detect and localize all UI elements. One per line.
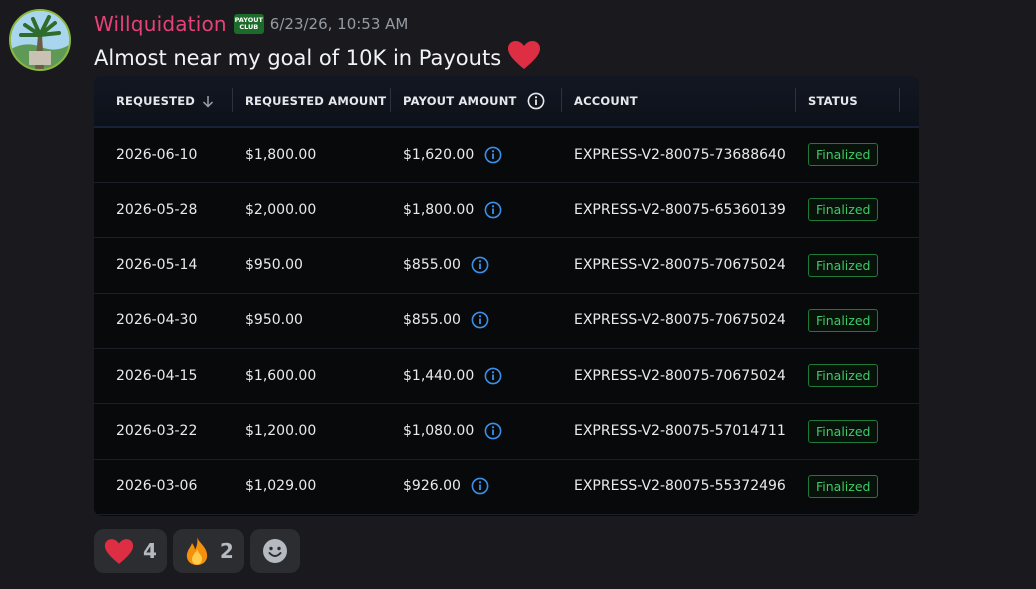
avatar[interactable] (9, 9, 71, 71)
account-id: EXPRESS-V2-80075-70675024 (574, 312, 786, 329)
column-payout-amount[interactable]: PAYOUT AMOUNT (403, 76, 545, 126)
info-circle-icon[interactable] (484, 422, 502, 440)
red-heart-icon (507, 40, 541, 75)
requested-date: 2026-06-10 (116, 146, 198, 163)
info-circle-icon[interactable] (484, 367, 502, 385)
requested-amount: $950.00 (245, 257, 303, 274)
requested-date: 2026-05-28 (116, 201, 198, 218)
info-circle-icon[interactable] (471, 477, 489, 495)
payout-amount: $1,440.00 (403, 367, 475, 384)
table-row: 2026-06-10 $1,800.00 $1,620.00 EXPRESS-V2-8… (94, 127, 919, 183)
info-circle-icon[interactable] (527, 92, 545, 110)
payout-amount: $1,080.00 (403, 423, 475, 439)
account-id: EXPRESS-V2-80075-73688640 (574, 146, 786, 163)
payout-amount-cell: $1,440.00 (403, 348, 502, 403)
reaction-count: 2 (219, 539, 234, 563)
reaction-fire[interactable]: 2 (172, 529, 244, 573)
status-cell: Finalized (808, 238, 879, 293)
arrow-down-icon (202, 95, 214, 108)
info-circle-icon[interactable] (484, 146, 502, 164)
payout-amount-cell: $1,080.00 (403, 404, 502, 459)
payout-amount: $1,800.00 (403, 201, 475, 218)
column-requested[interactable]: REQUESTED (116, 76, 214, 126)
status-badge: Finalized (808, 419, 879, 443)
status-cell: Finalized (808, 182, 879, 237)
status-badge: Finalized (808, 198, 879, 222)
timestamp: 6/23/26, 10:53 AM (269, 15, 409, 33)
payout-amount-cell: $1,800.00 (403, 182, 502, 237)
reaction-heart[interactable]: 4 (94, 529, 167, 573)
table-row: 2026-04-30 $950.00 $855.00 EXPRESS-V2-80075… (94, 293, 919, 349)
add-reaction-button[interactable] (249, 529, 300, 573)
smiley-add-reaction-icon (262, 538, 288, 564)
payout-amount: $855.00 (403, 312, 461, 329)
reaction-count: 4 (143, 539, 157, 563)
info-circle-icon[interactable] (471, 256, 489, 274)
account-id: EXPRESS-V2-80075-70675024 (574, 367, 786, 384)
account-id: EXPRESS-V2-80075-70675024 (574, 257, 786, 274)
table-row: 2026-03-22 $1,200.00 $1,080.00 EXPRESS-V2-8… (94, 404, 919, 460)
payout-table-image[interactable]: REQUESTED REQUESTED AMOUNT PAYOUT AMOUNT… (94, 76, 919, 516)
payout-amount: $1,620.00 (403, 146, 475, 163)
table-row: 2026-05-28 $2,000.00 $1,800.00 EXPRESS-V2-8… (94, 182, 919, 239)
table-row: 2026-05-14 $950.00 $855.00 EXPRESS-V2-80075… (94, 238, 919, 294)
payout-amount-cell: $926.00 (403, 459, 489, 514)
requested-date: 2026-03-06 (116, 478, 198, 495)
requested-date: 2026-04-15 (116, 367, 198, 384)
status-cell: Finalized (808, 293, 879, 348)
requested-date: 2026-04-30 (116, 312, 198, 329)
status-badge: Finalized (808, 143, 879, 166)
requested-amount: $1,200.00 (245, 423, 317, 439)
reactions-bar: 4 2 (94, 529, 300, 573)
status-cell: Finalized (808, 459, 879, 514)
message-header: Willquidation PAYOUT CLUB 6/23/26, 10:53 … (94, 11, 408, 37)
message-text: Almost near my goal of 10K in Payouts (94, 45, 502, 70)
payout-amount-cell: $1,620.00 (403, 127, 502, 182)
payout-club-badge-icon[interactable]: PAYOUT CLUB (233, 14, 264, 34)
status-badge: Finalized (808, 364, 879, 388)
account-id: EXPRESS-V2-80075-55372496 (574, 478, 786, 495)
requested-date: 2026-03-22 (116, 423, 198, 439)
fire-emoji-icon (183, 536, 211, 566)
info-circle-icon[interactable] (484, 201, 502, 219)
avatar-image (11, 11, 69, 69)
table-row: 2026-04-15 $1,600.00 $1,440.00 EXPRESS-V2-8… (94, 348, 919, 405)
status-cell: Finalized (808, 127, 879, 182)
status-cell: Finalized (808, 404, 879, 459)
table-header: REQUESTED REQUESTED AMOUNT PAYOUT AMOUNT… (94, 76, 919, 128)
info-circle-icon[interactable] (471, 311, 489, 329)
heart-emoji-icon (104, 538, 134, 565)
column-account[interactable]: ACCOUNT (574, 76, 638, 126)
username[interactable]: Willquidation (94, 12, 227, 36)
column-status[interactable]: STATUS (808, 76, 858, 126)
column-requested-amount[interactable]: REQUESTED AMOUNT (245, 76, 386, 126)
payout-amount: $926.00 (403, 478, 461, 495)
requested-date: 2026-05-14 (116, 257, 198, 274)
account-id: EXPRESS-V2-80075-57014711 (574, 423, 786, 439)
message-content: Almost near my goal of 10K in Payouts (94, 40, 541, 75)
status-cell: Finalized (808, 348, 879, 403)
requested-amount: $950.00 (245, 312, 303, 329)
status-badge: Finalized (808, 253, 879, 277)
payout-amount: $855.00 (403, 257, 461, 274)
requested-amount: $1,029.00 (245, 478, 317, 495)
payout-amount-cell: $855.00 (403, 293, 489, 348)
payout-amount-cell: $855.00 (403, 238, 489, 293)
status-badge: Finalized (808, 308, 879, 332)
requested-amount: $1,600.00 (245, 367, 317, 384)
requested-amount: $2,000.00 (245, 201, 317, 218)
requested-amount: $1,800.00 (245, 146, 317, 163)
table-row: 2026-03-06 $1,029.00 $926.00 EXPRESS-V2-800… (94, 459, 919, 515)
account-id: EXPRESS-V2-80075-65360139 (574, 201, 786, 218)
status-badge: Finalized (808, 474, 879, 498)
